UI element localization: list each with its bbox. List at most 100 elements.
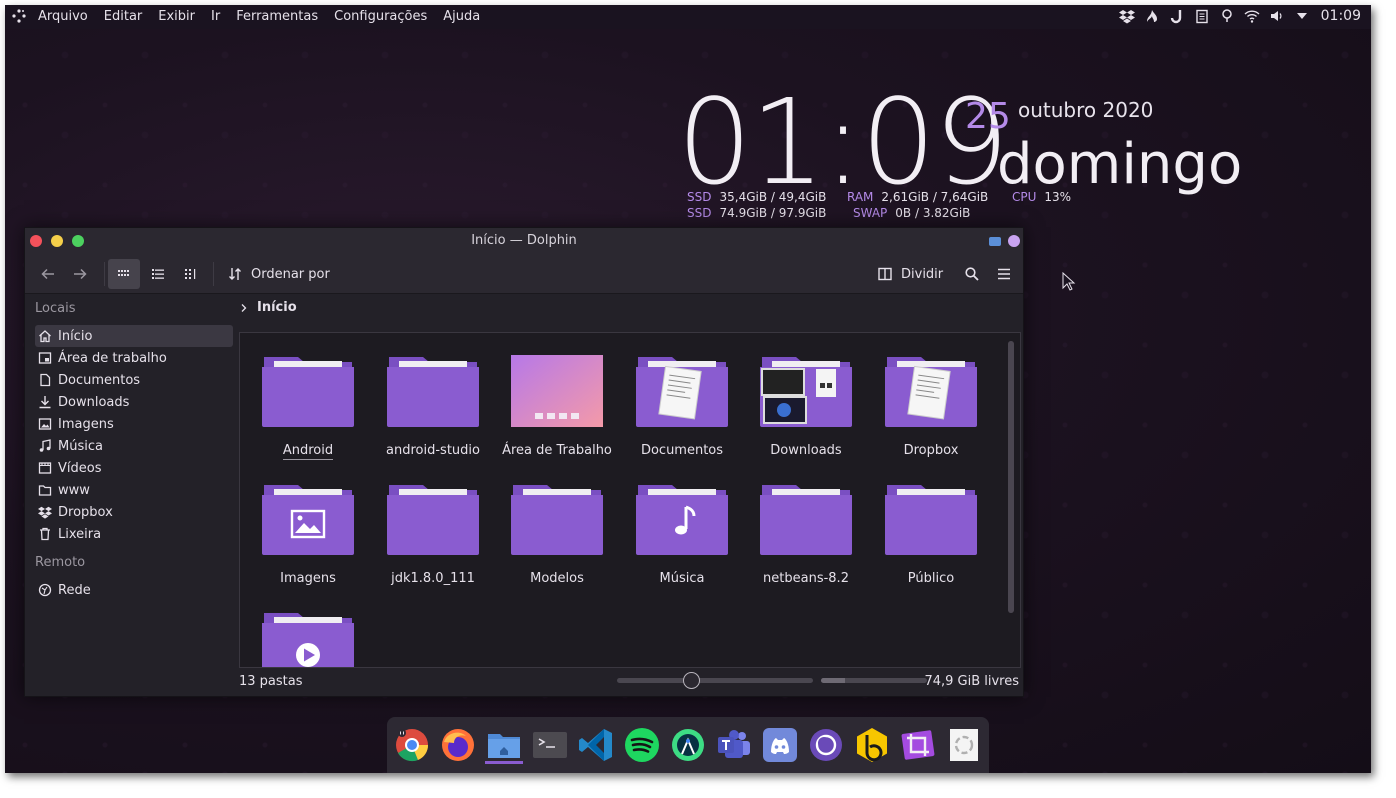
menu-ajuda[interactable]: Ajuda — [443, 9, 480, 24]
jetbrains-toolbox-icon[interactable] — [1169, 8, 1185, 24]
hamburger-menu-button[interactable] — [989, 259, 1019, 289]
scrollbar-handle[interactable] — [1008, 341, 1014, 613]
widget-clock: 01:09 — [677, 73, 1009, 211]
folder-icon — [262, 357, 354, 427]
dock — [387, 717, 989, 773]
clipboard-icon[interactable] — [1194, 8, 1210, 24]
window-titlebar[interactable]: Início — Dolphin — [25, 228, 1023, 254]
disk-space-bar — [821, 678, 927, 683]
dock-terminal[interactable] — [531, 726, 569, 764]
folder-item[interactable]: Modelos — [495, 483, 619, 586]
folder-icon — [885, 357, 977, 427]
expand-icon[interactable] — [1294, 8, 1310, 24]
dock-teams[interactable] — [715, 726, 753, 764]
grid-view-icon — [118, 270, 129, 276]
disk-space-fill — [821, 678, 846, 683]
sidebar-item-downloads[interactable]: Downloads — [35, 391, 233, 413]
dock-plasma[interactable] — [807, 726, 845, 764]
folder-item[interactable]: android-studio — [371, 355, 495, 458]
menu-ir[interactable]: Ir — [211, 9, 220, 24]
zoom-slider-handle[interactable] — [683, 672, 701, 689]
file-view[interactable]: Android android-studio Área de Trabalho Doc… — [239, 332, 1021, 668]
icons-view-button[interactable] — [108, 259, 140, 289]
panel-clock[interactable]: 01:09 — [1321, 8, 1361, 24]
hamburger-icon — [998, 268, 1010, 280]
folder-item[interactable] — [246, 611, 370, 667]
details-view-button[interactable] — [143, 259, 173, 289]
sidebar-item-label: Imagens — [58, 416, 114, 432]
folder-item[interactable]: Android — [246, 355, 370, 460]
sidebar-item-label: Rede — [58, 582, 91, 598]
dock-chrome[interactable] — [393, 726, 431, 764]
folder-item[interactable]: netbeans-8.2 — [744, 483, 868, 586]
status-bar: 13 pastas 74,9 GiB livres — [239, 672, 1021, 694]
sidebar-item-documentos[interactable]: Documentos — [35, 369, 233, 391]
dock-dolphin[interactable] — [485, 726, 523, 764]
zoom-slider[interactable] — [617, 672, 813, 689]
folder-item[interactable]: Público — [869, 483, 993, 586]
folder-item[interactable]: Downloads — [744, 355, 868, 458]
plasma-icon — [810, 729, 842, 761]
folder-item[interactable]: Documentos — [620, 355, 744, 458]
compact-view-button[interactable] — [176, 259, 206, 289]
sidebar-item-area-de-trabalho[interactable]: Área de trabalho — [35, 347, 233, 369]
sidebar-item-lixeira[interactable]: Lixeira — [35, 523, 233, 545]
notifications-icon[interactable] — [1219, 8, 1235, 24]
dock-bitwarden[interactable] — [853, 726, 891, 764]
dropbox-icon[interactable] — [1118, 8, 1135, 24]
dock-firefox[interactable] — [439, 726, 477, 764]
sidebar-item-rede[interactable]: Rede — [35, 579, 233, 601]
back-button[interactable] — [33, 259, 63, 289]
widget-month-year: outubro 2020 — [1018, 98, 1154, 122]
dock-spotify[interactable] — [623, 726, 661, 764]
folder-icon — [262, 485, 354, 555]
split-view-icon — [878, 267, 892, 281]
sidebar-item-www[interactable]: www — [35, 479, 233, 501]
on-all-desktops-button[interactable] — [1008, 235, 1020, 247]
sidebar-item-dropbox[interactable]: Dropbox — [35, 501, 233, 523]
toolbar-separator — [213, 262, 214, 286]
menu-configuracoes[interactable]: Configurações — [334, 9, 427, 24]
sidebar-item-videos[interactable]: Vídeos — [35, 457, 233, 479]
dock-android-studio[interactable] — [669, 726, 707, 764]
folder-item[interactable]: Área de Trabalho — [495, 355, 619, 458]
document-icon — [40, 373, 51, 387]
folder-item[interactable]: Imagens — [246, 483, 370, 586]
folder-icon — [511, 355, 603, 427]
search-button[interactable] — [957, 259, 987, 289]
breadcrumb[interactable]: Início — [239, 300, 297, 315]
steam-icon[interactable] — [1144, 8, 1160, 24]
dock-discord[interactable] — [761, 726, 799, 764]
download-icon — [39, 396, 51, 409]
folder-item[interactable]: Música — [620, 483, 744, 586]
menu-editar[interactable]: Editar — [104, 9, 143, 24]
dock-vscode[interactable] — [577, 726, 615, 764]
menu-ferramentas[interactable]: Ferramentas — [236, 9, 318, 24]
app-launcher-icon[interactable] — [11, 8, 27, 24]
forward-button[interactable] — [65, 259, 95, 289]
sort-button[interactable]: Ordenar por — [227, 259, 330, 289]
breadcrumb-current[interactable]: Início — [257, 300, 297, 315]
sidebar-item-imagens[interactable]: Imagens — [35, 413, 233, 435]
dock-crop[interactable] — [899, 726, 937, 764]
scrollbar[interactable] — [1008, 341, 1014, 613]
spotify-icon — [625, 728, 659, 762]
menu-arquivo[interactable]: Arquivo — [38, 9, 88, 24]
mouse-cursor-icon — [1062, 272, 1076, 291]
arrow-left-icon — [41, 268, 54, 280]
image-icon — [38, 418, 52, 430]
folder-label: Dropbox — [903, 443, 959, 458]
folder-icon — [387, 357, 479, 427]
system-tray: 01:09 — [1118, 8, 1361, 24]
menu-exibir[interactable]: Exibir — [158, 9, 195, 24]
folder-item[interactable]: jdk1.8.0_111 — [371, 483, 495, 586]
folder-item[interactable]: Dropbox — [869, 355, 993, 458]
places-panel: Locais Início Área de trabalho Documento… — [25, 295, 235, 668]
sidebar-item-inicio[interactable]: Início — [35, 325, 233, 347]
split-button[interactable]: Dividir — [877, 259, 943, 289]
dock-trash[interactable] — [945, 726, 983, 764]
wifi-icon[interactable] — [1244, 8, 1260, 24]
keep-above-icon[interactable] — [989, 235, 1001, 247]
volume-icon[interactable] — [1269, 8, 1285, 24]
sidebar-item-musica[interactable]: Música — [35, 435, 233, 457]
